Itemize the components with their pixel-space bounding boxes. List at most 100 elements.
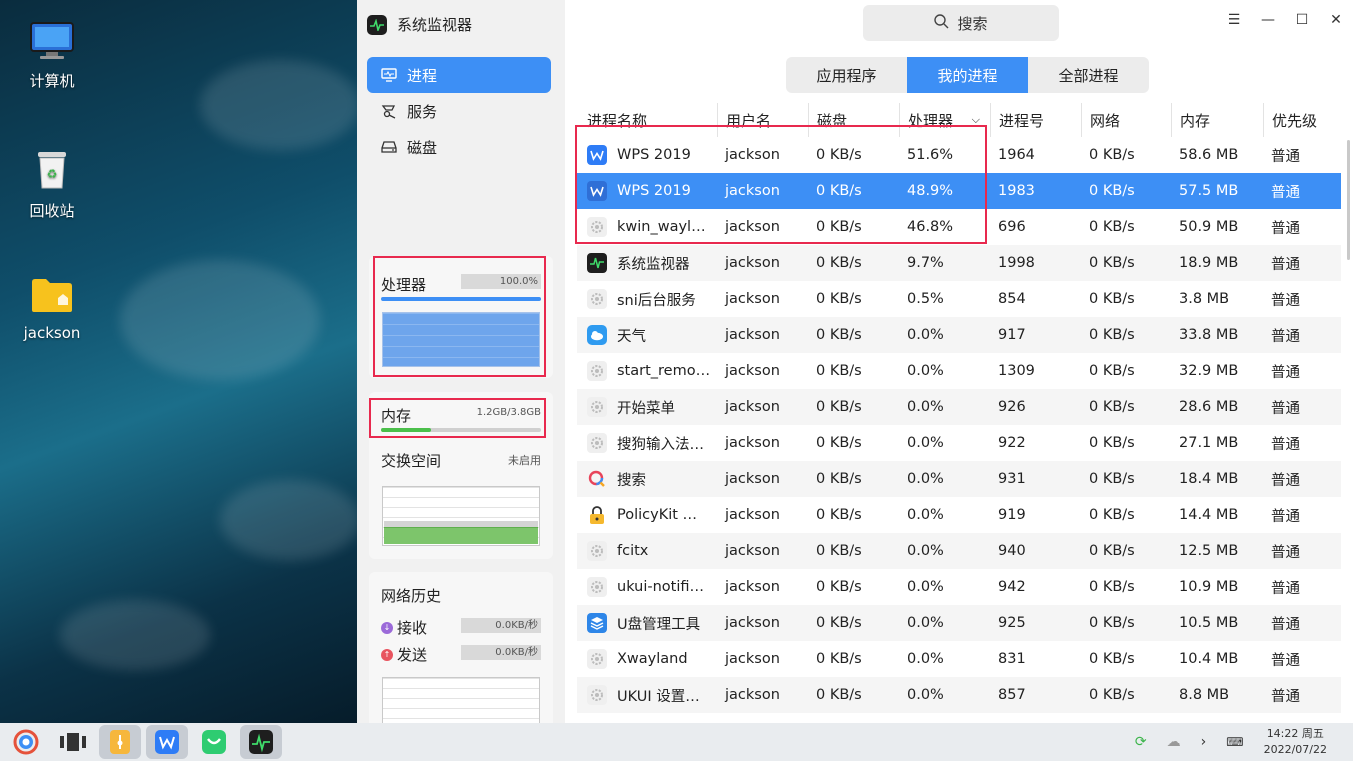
table-row[interactable]: 搜狗输入法… jackson 0 KB/s 0.0% 922 0 KB/s 27.1 MB 普…	[577, 425, 1341, 461]
search-box[interactable]: 搜索	[863, 5, 1059, 41]
minimize-button[interactable]: —	[1251, 8, 1285, 32]
disk-cell: 0 KB/s	[816, 291, 862, 307]
priority-cell: 普通	[1271, 580, 1300, 597]
maximize-button[interactable]: ☐	[1285, 8, 1319, 32]
taskbar: ⟳ ☁ › ⌨ 14:22 周五 2022/07/22	[0, 723, 1353, 761]
pid-cell: 857	[998, 687, 1026, 703]
disk-cell: 0 KB/s	[816, 255, 862, 271]
column-header-priority[interactable]: 优先级	[1263, 103, 1341, 137]
disk-cell: 0 KB/s	[816, 327, 862, 343]
gear-icon	[587, 361, 607, 381]
process-name-cell: PolicyKit …	[577, 505, 717, 525]
usb-manager-icon	[587, 613, 607, 633]
keyboard-icon[interactable]: ⌨	[1226, 735, 1243, 749]
table-row[interactable]: 开始菜单 jackson 0 KB/s 0.0% 926 0 KB/s 28.6 MB 普通	[577, 389, 1341, 425]
pid-cell: 696	[998, 219, 1026, 235]
priority-cell: 普通	[1271, 400, 1300, 417]
highlight-box-memory	[369, 398, 546, 438]
user-cell: jackson	[725, 615, 780, 631]
process-name: start_remo…	[617, 363, 711, 379]
taskbar-app-wps[interactable]	[146, 725, 188, 759]
network-cell: 0 KB/s	[1089, 651, 1135, 667]
desktop-icon-computer[interactable]: 计算机	[12, 22, 92, 91]
pid-cell: 922	[998, 435, 1026, 451]
table-row[interactable]: 天气 jackson 0 KB/s 0.0% 917 0 KB/s 33.8 MB 普通	[577, 317, 1341, 353]
sync-icon[interactable]: ⟳	[1135, 734, 1147, 750]
process-name-cell: start_remo…	[577, 361, 717, 381]
disk-cell: 0 KB/s	[816, 579, 862, 595]
nav-item-label: 服务	[407, 102, 438, 121]
monitor-icon	[587, 253, 607, 273]
start-menu-button[interactable]	[5, 725, 47, 759]
process-name-cell: U盘管理工具	[577, 613, 717, 634]
column-header-network[interactable]: 网络	[1081, 103, 1171, 137]
tab-all-processes[interactable]: 全部进程	[1028, 57, 1149, 93]
network-cell: 0 KB/s	[1089, 327, 1135, 343]
highlight-box-cpu	[373, 256, 546, 377]
cloud-icon[interactable]: ☁	[1167, 734, 1181, 750]
table-row[interactable]: start_remo… jackson 0 KB/s 0.0% 1309 0 KB/s 32…	[577, 353, 1341, 389]
process-name: Xwayland	[617, 651, 688, 667]
table-row[interactable]: UKUI 设置… jackson 0 KB/s 0.0% 857 0 KB/s 8.8 MB…	[577, 677, 1341, 713]
search-app-icon	[587, 469, 607, 489]
taskbar-app-notes[interactable]	[99, 725, 141, 759]
cpu-cell: 0.0%	[907, 471, 944, 487]
chevron-right-icon[interactable]: ›	[1201, 734, 1207, 750]
download-arrow-icon: ↓	[381, 621, 393, 634]
nav-item-processes[interactable]: 进程	[367, 57, 551, 93]
services-icon	[381, 103, 397, 119]
table-row[interactable]: sni后台服务 jackson 0 KB/s 0.5% 854 0 KB/s 3.8 MB 普…	[577, 281, 1341, 317]
tab-applications[interactable]: 应用程序	[786, 57, 907, 93]
column-header-pid[interactable]: 进程号	[990, 103, 1081, 137]
multitask-icon	[60, 733, 86, 751]
svg-text:♻: ♻	[47, 167, 58, 181]
column-header-memory[interactable]: 内存	[1171, 103, 1263, 137]
user-cell: jackson	[725, 507, 780, 523]
process-name: 系统监视器	[617, 256, 690, 273]
network-cell: 0 KB/s	[1089, 471, 1135, 487]
nav-item-services[interactable]: 服务	[367, 93, 551, 129]
user-cell: jackson	[725, 579, 780, 595]
lock-icon	[587, 505, 607, 525]
priority-cell: 普通	[1271, 436, 1300, 453]
taskbar-app-messenger[interactable]	[193, 725, 235, 759]
cpu-cell: 0.0%	[907, 615, 944, 631]
process-name: 搜索	[617, 472, 646, 489]
multitask-view-button[interactable]	[52, 725, 94, 759]
disk-cell: 0 KB/s	[816, 471, 862, 487]
table-row[interactable]: ukui-notifi… jackson 0 KB/s 0.0% 942 0 KB/s 10…	[577, 569, 1341, 605]
network-receive-row: ↓ 接收	[381, 617, 427, 638]
network-cell: 0 KB/s	[1089, 147, 1135, 163]
menu-button[interactable]: ☰	[1217, 8, 1251, 32]
desktop-icon-home[interactable]: jackson	[12, 276, 92, 342]
table-row[interactable]: PolicyKit … jackson 0 KB/s 0.0% 919 0 KB/s 14.…	[577, 497, 1341, 533]
table-row[interactable]: 系统监视器 jackson 0 KB/s 9.7% 1998 0 KB/s 18.9 MB 普…	[577, 245, 1341, 281]
table-row[interactable]: 搜索 jackson 0 KB/s 0.0% 931 0 KB/s 18.4 MB 普通	[577, 461, 1341, 497]
table-row[interactable]: fcitx jackson 0 KB/s 0.0% 940 0 KB/s 12.5 MB 普通	[577, 533, 1341, 569]
desktop-icon-trash[interactable]: ♻ 回收站	[12, 148, 92, 221]
process-name-cell: fcitx	[577, 541, 717, 561]
table-row[interactable]: Xwayland jackson 0 KB/s 0.0% 831 0 KB/s 10.4 M…	[577, 641, 1341, 677]
pid-cell: 942	[998, 579, 1026, 595]
table-row[interactable]: U盘管理工具 jackson 0 KB/s 0.0% 925 0 KB/s 10.5 MB 普…	[577, 605, 1341, 641]
app-title: 系统监视器	[397, 16, 473, 34]
network-cell: 0 KB/s	[1089, 363, 1135, 379]
close-button[interactable]: ✕	[1319, 8, 1353, 32]
window-controls: ☰ — ☐ ✕	[1217, 8, 1353, 32]
hamburger-icon: ☰	[1227, 12, 1241, 28]
network-history-title: 网络历史	[381, 587, 442, 605]
graph-fill	[384, 527, 538, 544]
table-scrollbar[interactable]	[1347, 140, 1350, 260]
swap-status: 未启用	[508, 454, 541, 467]
gear-icon	[587, 433, 607, 453]
memory-cell: 50.9 MB	[1179, 219, 1239, 235]
taskbar-app-system-monitor[interactable]	[240, 725, 282, 759]
disk-cell: 0 KB/s	[816, 399, 862, 415]
process-tabs: 应用程序 我的进程 全部进程	[786, 57, 1149, 93]
memory-cell: 3.8 MB	[1179, 291, 1230, 307]
tab-my-processes[interactable]: 我的进程	[907, 57, 1028, 93]
process-name: PolicyKit …	[617, 507, 698, 523]
computer-icon	[12, 22, 92, 64]
nav-item-disks[interactable]: 磁盘	[367, 129, 551, 165]
clock[interactable]: 14:22 周五 2022/07/22	[1264, 726, 1327, 758]
